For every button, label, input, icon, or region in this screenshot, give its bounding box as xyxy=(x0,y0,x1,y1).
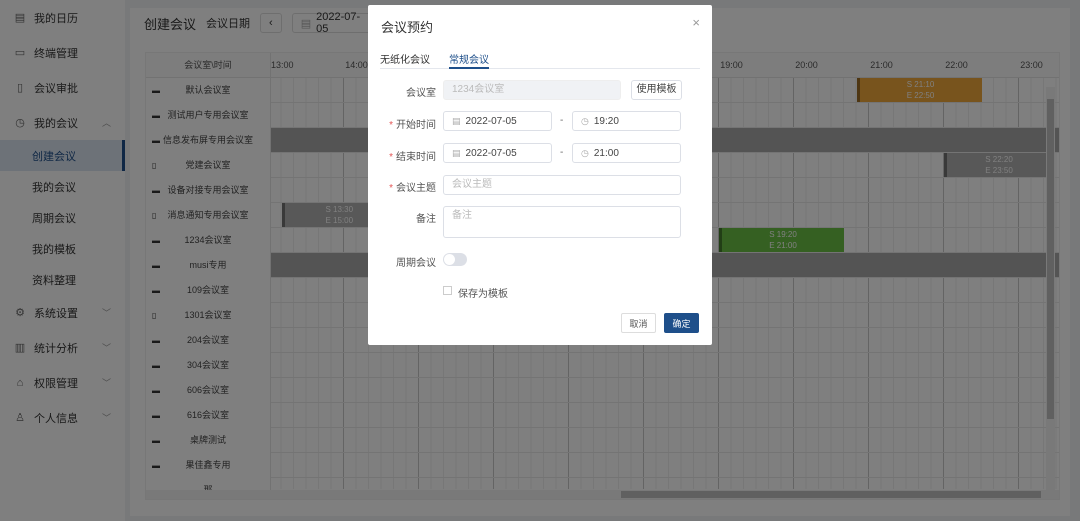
calendar-icon: ▤ xyxy=(452,148,461,158)
end-date-input[interactable]: ▤ 2022-07-05 xyxy=(443,143,552,163)
subject-input[interactable]: 会议主题 xyxy=(443,175,681,195)
subject-label: * 会议主题 xyxy=(389,183,436,194)
room-label: 会议室 xyxy=(406,88,436,99)
calendar-icon: ▤ xyxy=(452,116,461,126)
periodic-toggle[interactable] xyxy=(443,253,467,266)
end-time-label: * 结束时间 xyxy=(389,152,436,163)
confirm-button[interactable]: 确定 xyxy=(664,313,699,333)
booking-dialog: 会议预约 × 无纸化会议 常规会议 会议室 1234会议室 使用模板 * 开始时间… xyxy=(368,5,712,345)
dialog-title: 会议预约 xyxy=(381,20,434,35)
tab-regular[interactable]: 常规会议 xyxy=(449,51,489,69)
range-separator: - xyxy=(560,115,564,126)
clock-icon: ◷ xyxy=(581,116,589,126)
clock-icon: ◷ xyxy=(581,148,589,158)
cancel-button[interactable]: 取消 xyxy=(621,313,656,333)
range-separator: - xyxy=(560,147,564,158)
start-time-input[interactable]: ◷ 19:20 xyxy=(572,111,681,131)
start-time-label: * 开始时间 xyxy=(389,120,436,131)
save-template-label[interactable]: 保存为模板 xyxy=(458,285,508,300)
note-label: 备注 xyxy=(416,214,436,225)
close-icon[interactable]: × xyxy=(692,15,700,30)
use-template-button[interactable]: 使用模板 xyxy=(631,80,682,100)
tab-paperless[interactable]: 无纸化会议 xyxy=(380,51,430,69)
save-template-checkbox[interactable] xyxy=(443,286,452,295)
tabs: 无纸化会议 常规会议 xyxy=(380,51,700,69)
start-date-input[interactable]: ▤ 2022-07-05 xyxy=(443,111,552,131)
end-time-input[interactable]: ◷ 21:00 xyxy=(572,143,681,163)
note-textarea[interactable]: 备注 xyxy=(443,206,681,238)
room-field: 1234会议室 xyxy=(443,80,621,100)
periodic-label: 周期会议 xyxy=(396,258,436,269)
